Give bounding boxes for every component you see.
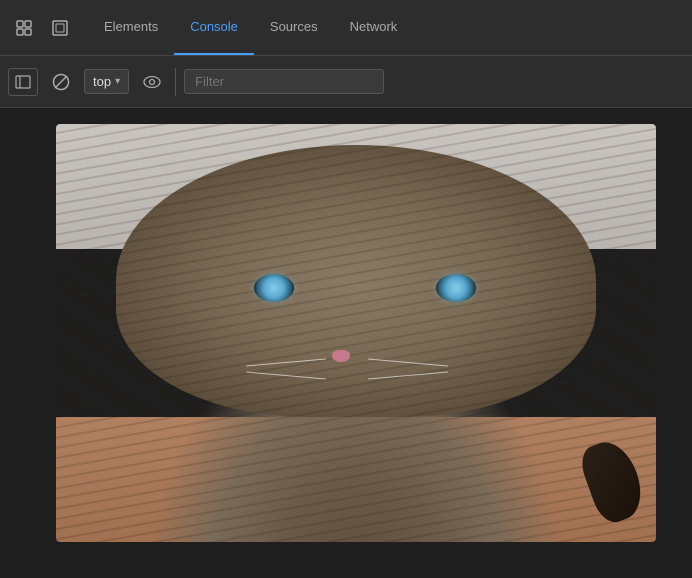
toolbar-divider [175, 68, 176, 96]
devtools-toolbar: Elements Console Sources Network [0, 0, 692, 56]
sidebar-toggle-button[interactable] [8, 68, 38, 96]
filter-input[interactable] [184, 69, 384, 94]
eye-button[interactable] [137, 68, 167, 96]
cursor-select-button[interactable] [8, 12, 40, 44]
kitten-image [56, 124, 656, 542]
tab-elements[interactable]: Elements [88, 0, 174, 55]
console-content [0, 108, 692, 578]
tab-console[interactable]: Console [174, 0, 254, 55]
console-toolbar: top ▾ [0, 56, 692, 108]
inspect-element-button[interactable] [44, 12, 76, 44]
tab-sources[interactable]: Sources [254, 0, 334, 55]
context-label: top [93, 74, 111, 89]
chevron-down-icon: ▾ [115, 76, 120, 87]
cat-nose [332, 350, 350, 362]
fur-overlay [56, 124, 656, 542]
tab-network[interactable]: Network [334, 0, 414, 55]
toolbar-icons [8, 12, 76, 44]
tab-bar: Elements Console Sources Network [88, 0, 684, 55]
context-selector[interactable]: top ▾ [84, 69, 129, 94]
clear-console-button[interactable] [46, 68, 76, 96]
